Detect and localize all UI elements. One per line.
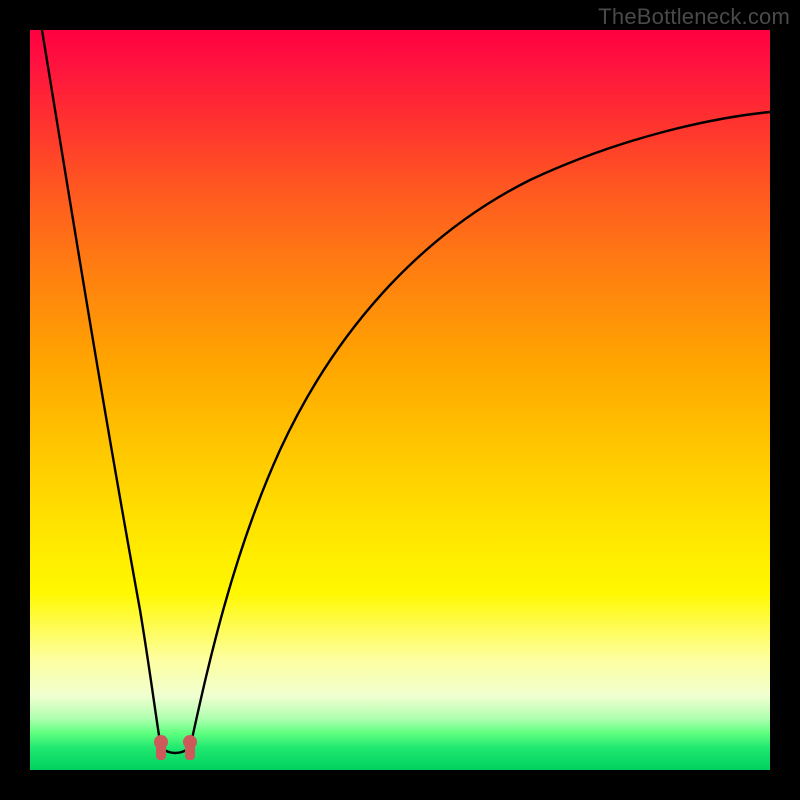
marker-pair (154, 735, 197, 760)
curve-right-branch (190, 112, 770, 748)
plot-area (30, 30, 770, 770)
marker-dot-right-body (185, 742, 195, 760)
marker-dot-left-body (156, 742, 166, 760)
curve-left-branch (42, 30, 161, 748)
attribution-text: TheBottleneck.com (598, 4, 790, 30)
chart-frame: TheBottleneck.com (0, 0, 800, 800)
bottleneck-curve (30, 30, 770, 770)
